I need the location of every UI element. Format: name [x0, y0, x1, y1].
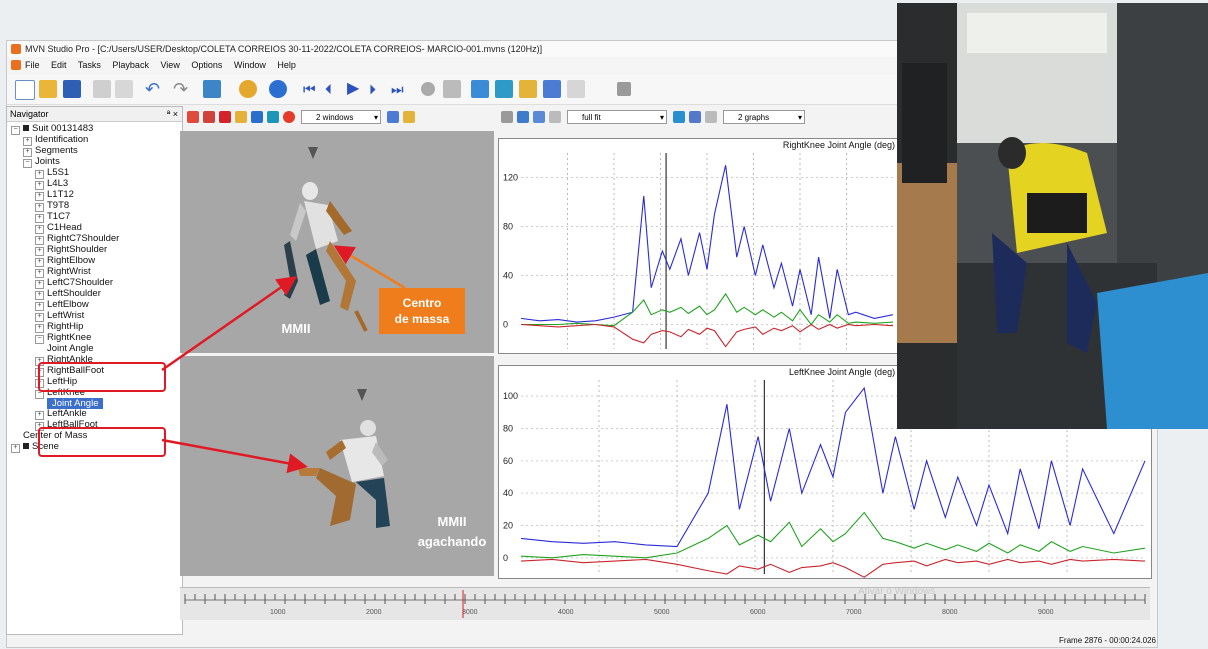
arrow-to-squatting-figure: [161, 438, 308, 474]
activate-windows-watermark: Ativar o Windows: [858, 586, 936, 597]
arrow-to-center-of-mass: [333, 245, 406, 290]
arrow-to-standing-figure: [161, 276, 298, 372]
field-photo-worker-in-truck: [897, 3, 1208, 429]
